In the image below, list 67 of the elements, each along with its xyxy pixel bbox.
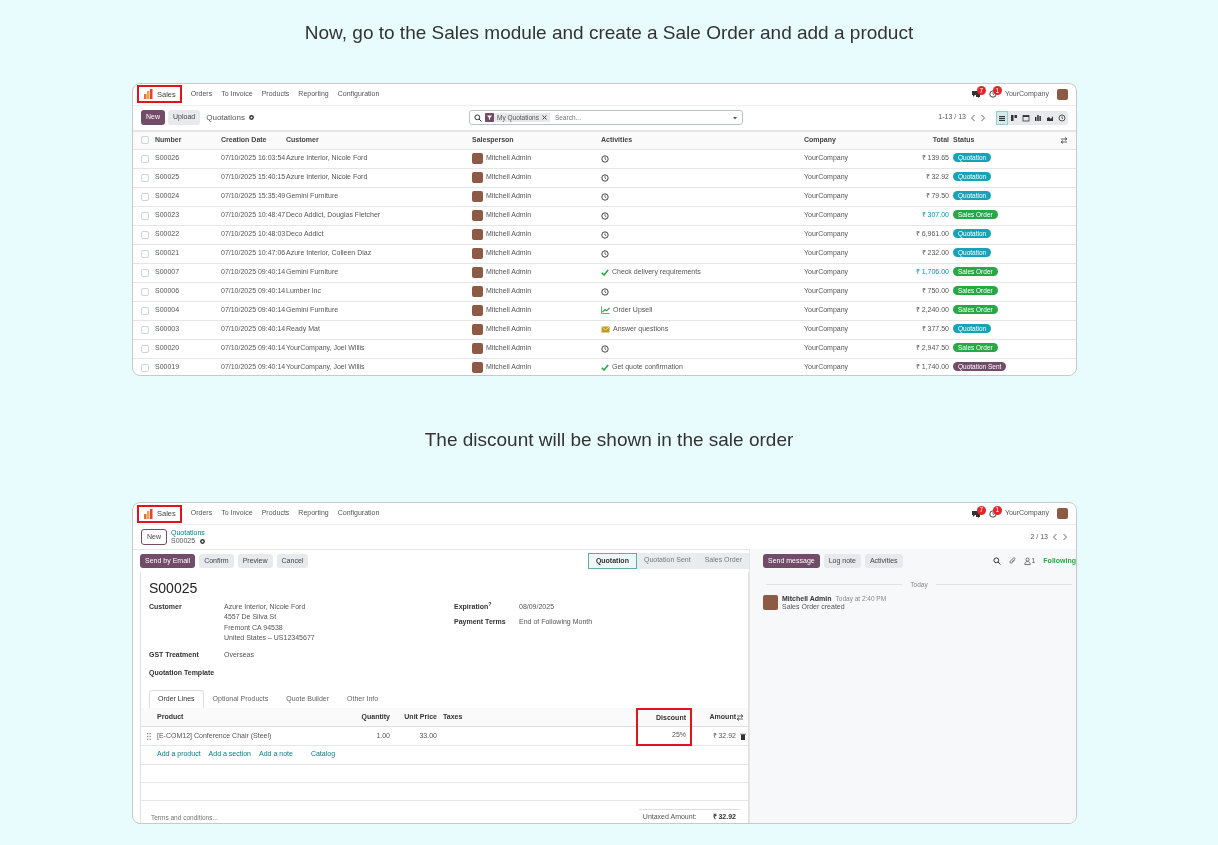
person-icon[interactable]: [1024, 556, 1032, 565]
clock-icon[interactable]: [601, 230, 609, 239]
close-icon[interactable]: [541, 115, 547, 120]
user-avatar[interactable]: [1057, 508, 1068, 519]
row-checkbox[interactable]: [141, 363, 149, 372]
drag-handle-icon[interactable]: [147, 732, 151, 740]
select-all-checkbox[interactable]: [141, 136, 149, 144]
row-checkbox[interactable]: [141, 287, 149, 296]
chart-logo-icon: [143, 508, 153, 519]
gear-icon[interactable]: [247, 114, 255, 121]
avatar-icon: [472, 343, 483, 354]
record-name: S00025: [148, 579, 199, 598]
row-checkbox[interactable]: [141, 249, 149, 258]
activity-clock-icon[interactable]: [988, 509, 997, 518]
list-view-icon[interactable]: [998, 113, 1006, 122]
page-heading: The discount will be shown in the sale order: [423, 427, 795, 452]
paperclip-icon[interactable]: [1009, 557, 1017, 565]
row-checkbox[interactable]: [141, 173, 149, 182]
avatar-icon: [472, 229, 483, 240]
calendar-icon[interactable]: [1022, 113, 1030, 122]
page-title: Quotations: [206, 112, 245, 123]
row-checkbox[interactable]: [141, 154, 149, 163]
avatar-icon: [763, 594, 778, 610]
row-checkbox[interactable]: [141, 211, 149, 220]
avatar-icon: [472, 286, 483, 297]
row-checkbox[interactable]: [141, 230, 149, 239]
clock-icon[interactable]: [601, 211, 609, 220]
avatar-icon: [472, 153, 483, 164]
column-toggle-icon[interactable]: [736, 713, 744, 721]
avatar-icon: [472, 362, 483, 373]
user-avatar[interactable]: [1057, 88, 1068, 100]
avatar-icon: [472, 172, 483, 183]
avatar-icon: [472, 324, 483, 335]
avatar-icon: [472, 248, 483, 259]
avatar-icon: [472, 191, 483, 202]
row-checkbox[interactable]: [141, 192, 149, 201]
search-icon[interactable]: [993, 557, 1002, 565]
column-toggle-icon[interactable]: [1060, 136, 1068, 144]
clock-icon[interactable]: [601, 344, 609, 353]
clock-icon[interactable]: [1058, 113, 1066, 122]
checkmark-icon[interactable]: [601, 269, 609, 276]
row-checkbox[interactable]: [141, 306, 149, 315]
avatar-icon: [472, 305, 483, 316]
chat-icon[interactable]: [970, 90, 981, 98]
trash-icon[interactable]: [740, 732, 746, 740]
filter-icon: [485, 113, 494, 122]
avatar-icon: [472, 267, 483, 278]
pivot-table-icon[interactable]: [1034, 113, 1042, 122]
chat-icon[interactable]: [970, 509, 981, 518]
activity-clock-icon[interactable]: [988, 90, 997, 98]
caret-icon[interactable]: [732, 114, 738, 121]
page-heading: Now, go to the Sales module and create a Sale Order and add a product: [303, 21, 915, 45]
row-checkbox[interactable]: [141, 344, 149, 353]
gear-icon[interactable]: [199, 537, 207, 545]
clock-icon[interactable]: [601, 173, 609, 182]
search-icon[interactable]: [474, 113, 482, 122]
row-checkbox[interactable]: [141, 268, 149, 277]
clock-icon[interactable]: [601, 192, 609, 201]
clock-icon[interactable]: [601, 154, 609, 163]
checkmark-icon[interactable]: [601, 364, 609, 371]
row-checkbox[interactable]: [141, 325, 149, 334]
trend-chart-icon[interactable]: [601, 306, 610, 315]
clock-icon[interactable]: [601, 287, 609, 296]
avatar-icon: [472, 210, 483, 221]
clock-icon[interactable]: [601, 249, 609, 258]
chart-logo-icon: [143, 89, 153, 99]
kanban-view-icon[interactable]: [1010, 113, 1018, 122]
